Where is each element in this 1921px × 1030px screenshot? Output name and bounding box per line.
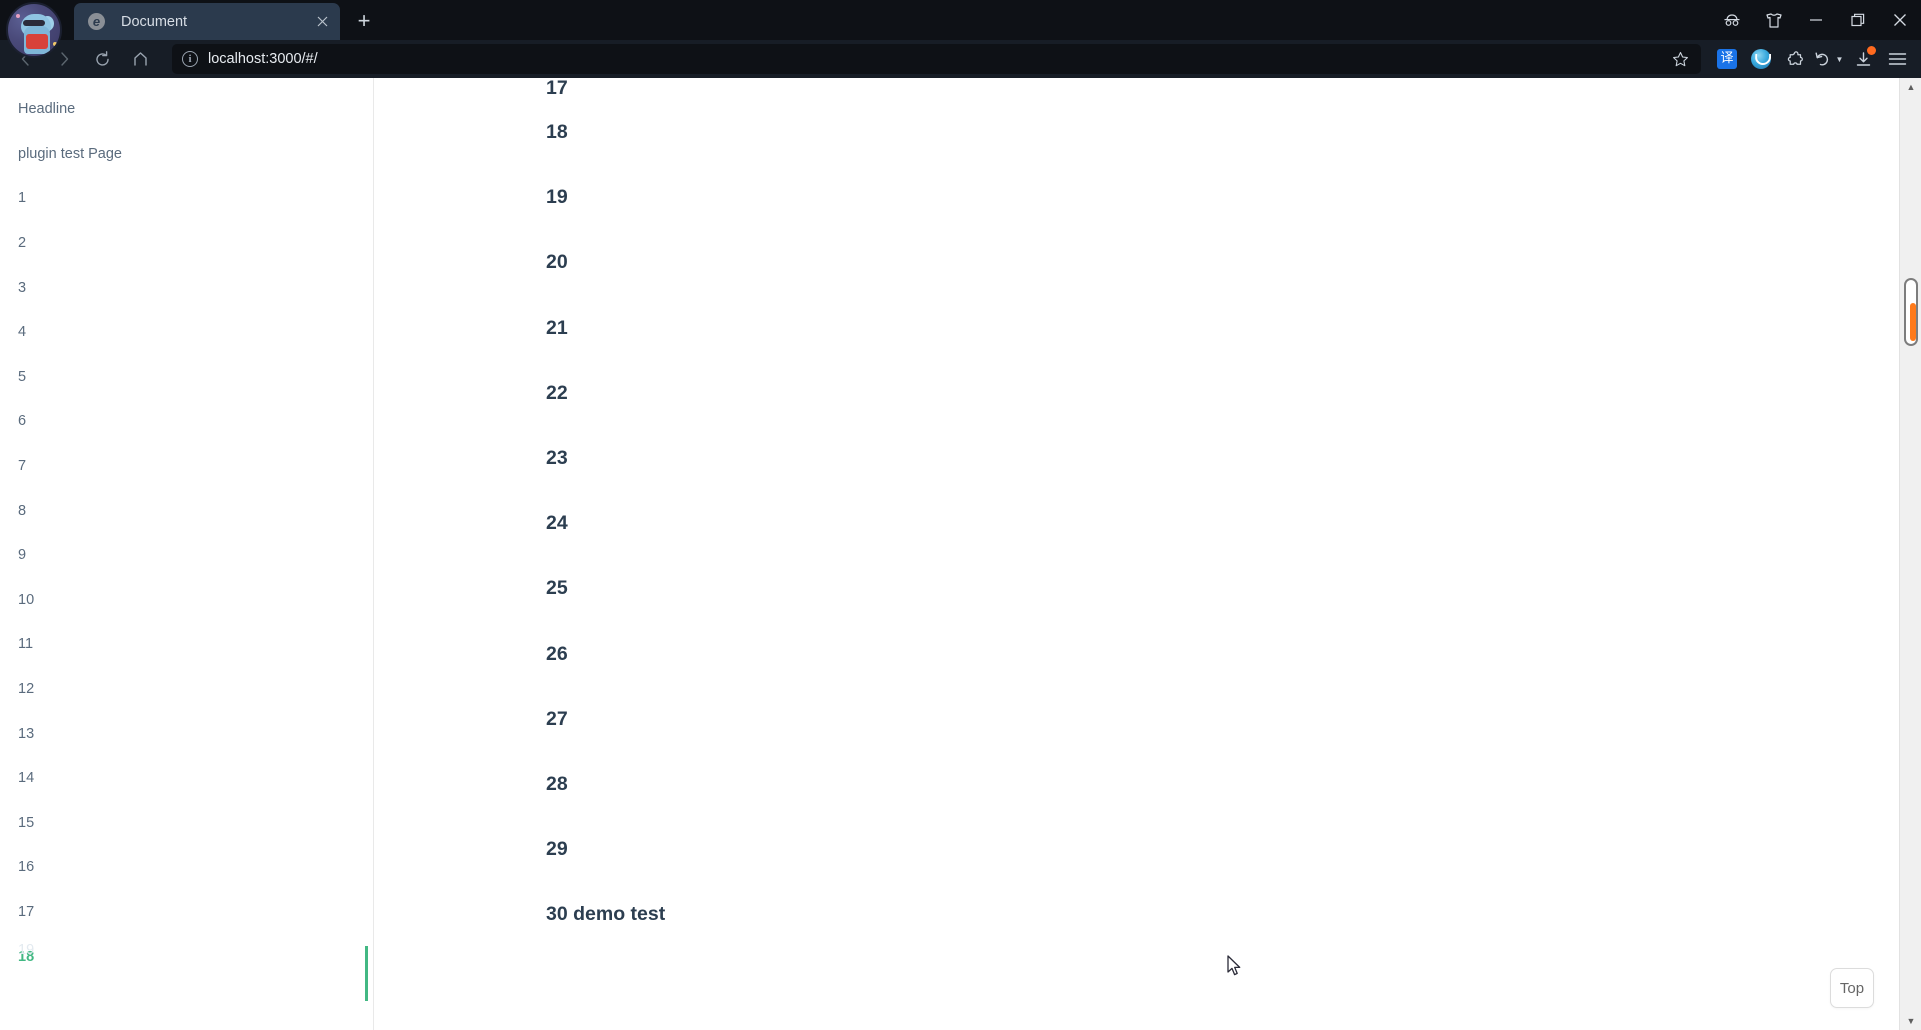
- content-heading: 29: [546, 838, 568, 861]
- sidebar-item-13[interactable]: 13: [0, 711, 373, 756]
- profile-avatar[interactable]: [6, 2, 62, 58]
- content-heading: 27: [546, 707, 568, 730]
- document-content: 17 18 19 20 21 22 23 24 25 26 27 28 29 30 demo test T…: [374, 78, 1921, 1030]
- content-heading: 23: [546, 447, 568, 470]
- sidebar-item-8[interactable]: 8: [0, 488, 373, 533]
- bookmark-star-icon[interactable]: [1669, 51, 1691, 68]
- find-match-marker: [1910, 303, 1916, 341]
- scrollbar-thumb[interactable]: [1904, 278, 1918, 346]
- sidebar-item-10[interactable]: 10: [0, 578, 373, 623]
- table-of-contents-sidebar: Headline plugin test Page 1 2 3 4 5 6 7 8 9 10 11 12 1…: [0, 78, 374, 1030]
- sidebar-item-18[interactable]: 18: [0, 934, 373, 979]
- avatar-star-2: [53, 42, 57, 46]
- sidebar-item-17[interactable]: 17: [0, 890, 373, 935]
- translate-icon[interactable]: 译: [1711, 44, 1743, 74]
- tab-favicon-icon: e: [88, 13, 105, 30]
- sidebar-item-2[interactable]: 2: [0, 221, 373, 266]
- scroll-down-arrow-icon[interactable]: ▼: [1900, 1012, 1921, 1030]
- history-undo-icon[interactable]: ▼: [1813, 44, 1845, 74]
- address-bar[interactable]: i localhost:3000/#/: [172, 44, 1701, 74]
- content-heading: 21: [546, 316, 568, 339]
- sidebar-item-5[interactable]: 5: [0, 355, 373, 400]
- content-heading: 28: [546, 772, 568, 795]
- content-heading: 19: [546, 186, 568, 209]
- url-text: localhost:3000/#/: [208, 51, 318, 67]
- new-tab-button[interactable]: +: [347, 4, 381, 38]
- heading-list: 17 18 19 20 21 22 23 24 25 26 27 28 29 30 demo test: [546, 78, 1921, 947]
- sidebar-item-12[interactable]: 12: [0, 667, 373, 712]
- toc-list: Headline plugin test Page 1 2 3 4 5 6 7 8 9 10 11 12 1…: [0, 87, 373, 979]
- sidebar-item-11[interactable]: 11: [0, 622, 373, 667]
- avatar-star-1: [16, 14, 20, 18]
- avatar-shirt: [26, 34, 48, 49]
- globe-glyph: [1751, 49, 1771, 69]
- page-viewport: Headline plugin test Page 1 2 3 4 5 6 7 8 9 10 11 12 1…: [0, 78, 1921, 1030]
- reload-icon[interactable]: [84, 44, 120, 74]
- content-heading: 20: [546, 251, 568, 274]
- toc-next-faded-item: 19: [18, 942, 35, 958]
- downloads-badge: [1867, 46, 1876, 55]
- content-heading: 25: [546, 577, 568, 600]
- downloads-icon[interactable]: [1847, 44, 1879, 74]
- extensions-puzzle-icon[interactable]: [1779, 44, 1811, 74]
- close-window-icon[interactable]: [1879, 0, 1921, 40]
- content-heading: 18: [546, 121, 568, 144]
- sidebar-item-headline[interactable]: Headline: [0, 87, 373, 132]
- sidebar-item-15[interactable]: 15: [0, 801, 373, 846]
- maximize-icon[interactable]: [1837, 0, 1879, 40]
- tab-strip: e Document +: [0, 0, 1921, 58]
- page-scrollbar[interactable]: ▲ ▼: [1899, 78, 1921, 1030]
- sidebar-item-6[interactable]: 6: [0, 399, 373, 444]
- tab-close-icon[interactable]: [312, 12, 332, 32]
- sidebar-item-14[interactable]: 14: [0, 756, 373, 801]
- theme-shirt-icon[interactable]: [1753, 0, 1795, 40]
- sidebar-item-3[interactable]: 3: [0, 265, 373, 310]
- window-controls: [1711, 0, 1921, 40]
- content-heading: 26: [546, 642, 568, 665]
- minimize-icon[interactable]: [1795, 0, 1837, 40]
- app-menu-icon[interactable]: [1881, 44, 1913, 74]
- tab-title: Document: [121, 13, 188, 30]
- content-heading: 17: [546, 78, 568, 99]
- scroll-to-top-button[interactable]: Top: [1830, 968, 1874, 1008]
- toc-active-indicator: [365, 946, 368, 1001]
- sidebar-item-1[interactable]: 1: [0, 176, 373, 221]
- incognito-icon[interactable]: [1711, 0, 1753, 40]
- globe-extension-icon[interactable]: [1745, 44, 1777, 74]
- chevron-down-icon[interactable]: ▼: [1836, 55, 1844, 64]
- sidebar-item-4[interactable]: 4: [0, 310, 373, 355]
- navigation-toolbar: i localhost:3000/#/ 译 ▼: [0, 40, 1921, 78]
- translate-glyph: 译: [1717, 49, 1737, 69]
- home-icon[interactable]: [122, 44, 158, 74]
- browser-window: e Document + i localhost:3000/#/ 译 ▼ Hea…: [0, 0, 1921, 1030]
- sidebar-item-16[interactable]: 16: [0, 845, 373, 890]
- content-heading: 30 demo test: [546, 903, 666, 926]
- info-circle-icon[interactable]: i: [182, 51, 198, 67]
- sidebar-item-plugin-test-page[interactable]: plugin test Page: [0, 132, 373, 177]
- content-heading: 24: [546, 512, 568, 535]
- scroll-up-arrow-icon[interactable]: ▲: [1900, 78, 1921, 96]
- browser-tab[interactable]: e Document: [74, 3, 340, 40]
- content-heading: 22: [546, 381, 568, 404]
- extension-toolbar: 译 ▼: [1711, 44, 1913, 74]
- sidebar-item-7[interactable]: 7: [0, 444, 373, 489]
- sidebar-item-9[interactable]: 9: [0, 533, 373, 578]
